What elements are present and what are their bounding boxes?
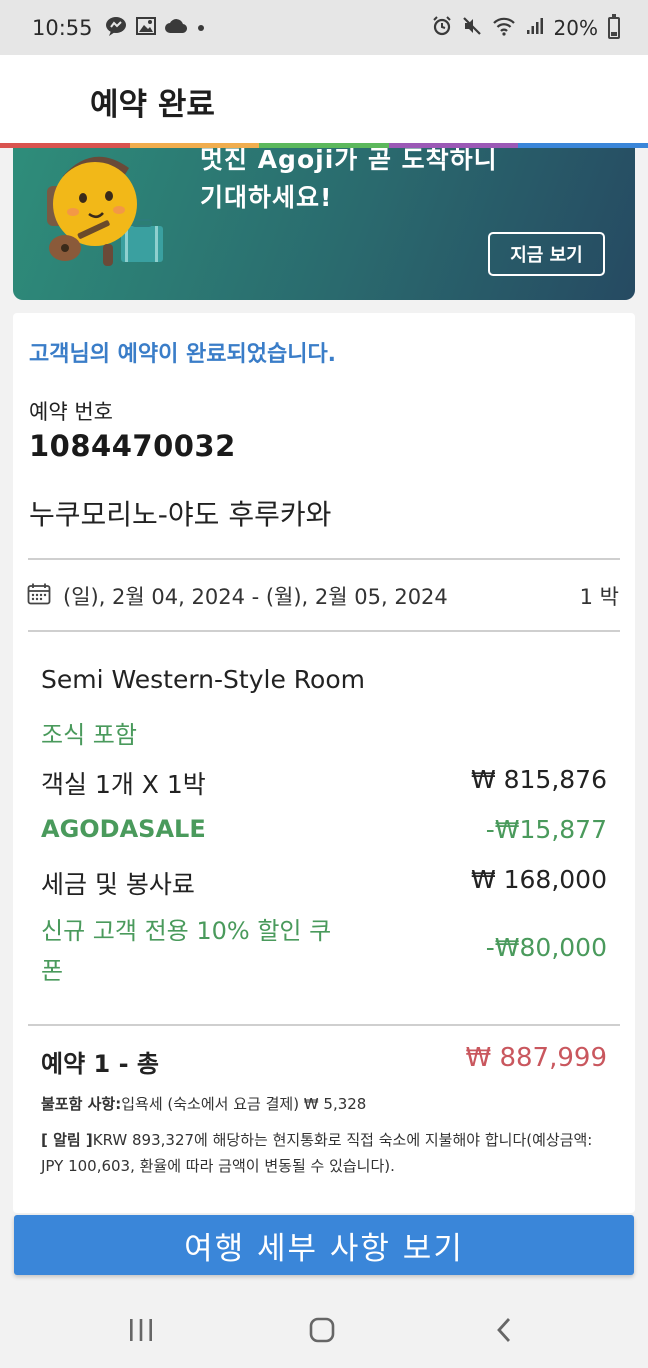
divider — [28, 630, 620, 632]
booking-number-label: 예약 번호 — [29, 400, 113, 424]
messenger-icon — [105, 16, 127, 40]
price-row-room: 객실 1개 X 1박 ₩ 815,876 — [41, 765, 607, 801]
total-label: 예약 1 - 총 — [41, 1050, 159, 1078]
price-row-promo: AGODASALE -₩15,877 — [41, 815, 607, 844]
nights-count: 1 박 — [579, 585, 619, 609]
system-nav-bar — [0, 1290, 648, 1368]
recent-apps-icon — [128, 1318, 154, 1346]
price-label: 객실 1개 X 1박 — [41, 770, 206, 799]
mute-icon — [462, 16, 482, 40]
notice-label: [ 알림 ] — [41, 1131, 93, 1149]
view-now-button[interactable]: 지금 보기 — [488, 232, 605, 276]
excluded-text: 입욕세 (숙소에서 요금 결제) ₩ 5,328 — [121, 1095, 367, 1113]
app-header: 예약 완료 — [0, 55, 648, 143]
excluded-items: 불포함 사항:입욕세 (숙소에서 요금 결제) ₩ 5,328 — [41, 1093, 366, 1114]
status-time: 10:55 — [32, 15, 93, 40]
calendar-icon — [27, 583, 51, 609]
home-icon — [308, 1316, 336, 1348]
recent-apps-button[interactable] — [121, 1312, 161, 1352]
coupon-discount-value: -₩80,000 — [485, 933, 607, 962]
dot-icon — [196, 18, 206, 37]
booking-number: 1084470032 — [29, 429, 236, 463]
view-trip-details-button[interactable]: 여행 세부 사항 보기 — [14, 1215, 634, 1275]
room-name: Semi Western-Style Room — [41, 665, 365, 694]
promo-discount-value: -₩15,877 — [485, 815, 607, 844]
divider — [28, 558, 620, 560]
excluded-label: 불포함 사항: — [41, 1095, 122, 1113]
home-button[interactable] — [302, 1312, 342, 1352]
price-value: ₩ 815,876 — [470, 765, 607, 794]
signal-icon — [526, 17, 544, 39]
cloud-icon — [164, 18, 187, 38]
battery-percent: 20% — [553, 15, 598, 40]
booking-card: 고객님의 예약이 완료되었습니다. 예약 번호 1084470032 누쿠모리노… — [13, 313, 635, 1213]
promo-code-label: AGODASALE — [41, 815, 206, 843]
hotel-name: 누쿠모리노-야도 후루카와 — [29, 498, 332, 531]
battery-icon — [608, 13, 620, 39]
promo-headline-line2: 기대하세요! — [200, 183, 333, 212]
total-price: ₩ 887,999 — [465, 1043, 608, 1073]
stay-dates: (일), 2월 04, 2024 - (월), 2월 05, 2024 — [63, 585, 448, 609]
status-right: 20% — [432, 13, 620, 40]
notice-text: KRW 893,327에 해당하는 현지통화로 직접 숙소에 지불해야 합니다(… — [41, 1131, 593, 1175]
coupon-label: 신규 고객 전용 10% 할인 쿠폰 — [41, 917, 332, 985]
tax-label: 세금 및 봉사료 — [41, 870, 195, 899]
status-bar: 10:55 20% — [0, 0, 648, 55]
page-title: 예약 완료 — [90, 87, 215, 123]
mascot-illustration — [43, 148, 183, 282]
alarm-icon — [432, 15, 452, 40]
wifi-icon — [492, 16, 516, 40]
back-icon — [494, 1317, 514, 1347]
stay-dates-row: (일), 2월 04, 2024 - (월), 2월 05, 2024 1 박 — [27, 581, 619, 611]
confirmation-message: 고객님의 예약이 완료되었습니다. — [29, 342, 337, 367]
payment-notice: [ 알림 ]KRW 893,327에 해당하는 현지통화로 직접 숙소에 지불해… — [41, 1127, 601, 1179]
tax-value: ₩ 168,000 — [470, 865, 607, 894]
breakfast-included: 조식 포함 — [41, 721, 137, 749]
divider — [28, 1024, 620, 1026]
promo-banner[interactable]: 멋진 Agoji가 곧 도착하니 기대하세요! 지금 보기 — [13, 148, 635, 300]
price-row-tax: 세금 및 봉사료 ₩ 168,000 — [41, 865, 607, 901]
promo-headline-line1: 멋진 Agoji가 곧 도착하니 — [200, 148, 498, 174]
back-button[interactable] — [484, 1312, 524, 1352]
image-icon — [135, 16, 156, 39]
status-left-icons — [105, 16, 206, 40]
